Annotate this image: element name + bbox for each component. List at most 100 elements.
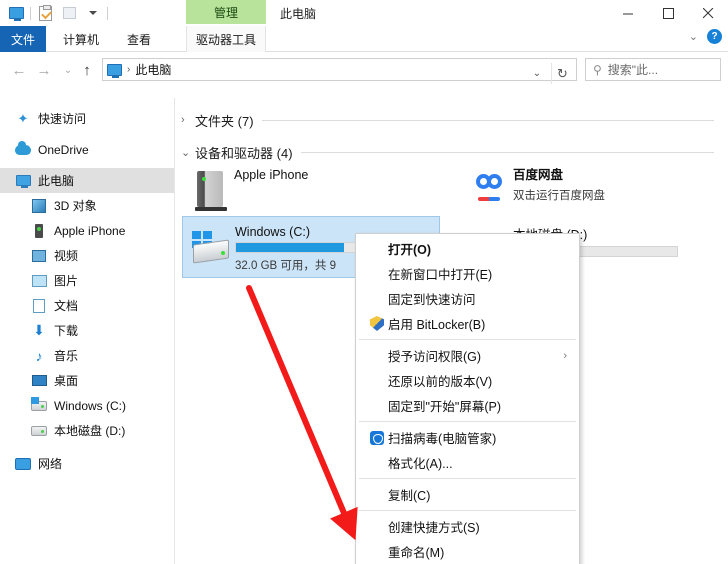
group-count: (7) [237,113,254,129]
search-input[interactable]: ⚲ 搜索"此... [585,58,721,81]
menu-item-label: 格式化(A)... [388,457,453,471]
menu-item-label: 扫描病毒(电脑管家) [388,432,497,446]
tab-view[interactable]: 查看 [118,26,160,52]
star-icon: ✦ [17,110,29,126]
3d-objects-icon [30,197,48,215]
list-item-apple-iphone[interactable]: Apple iPhone [182,160,440,218]
menu-item-open-new-window[interactable]: 在新窗口中打开(E) [356,261,579,286]
forward-button[interactable]: → [33,59,55,81]
group-count: (4) [276,145,293,161]
menu-item-format[interactable]: 格式化(A)... [356,450,579,475]
menu-item-pin-to-start[interactable]: 固定到"开始"屏幕(P) [356,393,579,418]
tab-computer-label: 计算机 [62,32,99,47]
sidebar-item-local-disk-d[interactable]: 本地磁盘 (D:) [0,418,174,443]
sidebar-item-label: 此电脑 [38,174,75,188]
music-icon: ♪ [35,347,43,364]
close-button[interactable] [688,0,728,26]
address-bar-row: ← → ⌄ ↑ › 此电脑 ⌄ ↻ ⚲ 搜索"此... [0,53,728,86]
sidebar-item-this-pc[interactable]: 此电脑 [0,168,174,193]
sidebar-item-pictures[interactable]: 图片 [0,268,174,293]
sidebar-item-desktop[interactable]: 桌面 [0,368,174,393]
network-icon [14,455,32,473]
baidu-netdisk-icon [465,161,513,209]
menu-item-label: 复制(C) [388,489,431,503]
ribbon-right-controls: 展开功能区 ⌄ ? [680,29,722,44]
this-pc-icon[interactable] [6,3,26,23]
contextual-tab-management[interactable]: 管理 [186,0,266,24]
properties-icon[interactable] [35,3,55,23]
toolbar-divider [30,6,31,20]
chevron-down-icon[interactable]: ⌄ [526,63,548,84]
maximize-button[interactable] [648,0,688,26]
capacity-bar-fill [236,243,344,252]
menu-item-grant-access[interactable]: 授予访问权限(G) › [356,343,579,368]
sidebar-item-label: Windows (C:) [54,398,127,413]
windows-drive-icon [30,396,48,415]
this-pc-icon [107,63,122,78]
tab-drive-tools[interactable]: 驱动器工具 [186,26,266,52]
menu-item-pin-to-quick-access[interactable]: 固定到快速访问 [356,286,579,311]
cloud-icon [14,140,32,159]
context-menu[interactable]: 打开(O) 在新窗口中打开(E) 固定到快速访问 启用 BitLocker(B)… [355,233,580,564]
group-title-text: 设备和驱动器 [195,145,274,161]
group-title: 文件夹 (7) [195,111,254,130]
menu-item-label: 创建快捷方式(S) [388,521,480,535]
up-button[interactable]: ↑ [76,59,98,81]
ribbon-collapse-chevron-icon[interactable]: ⌄ [689,30,698,43]
management-label: 管理 [213,5,238,20]
downloads-icon: ⬇ [33,322,45,338]
file-explorer-window: 管理 此电脑 文件 计算机 查看 驱动器工具 展开功能区 ⌄ ? ← → [0,0,728,564]
menu-item-scan-virus[interactable]: 扫描病毒(电脑管家) [356,425,579,450]
documents-icon [30,297,48,315]
refresh-icon[interactable]: ↻ [551,63,573,84]
help-icon[interactable]: ? [707,29,722,44]
minimize-button[interactable] [608,0,648,26]
ribbon-tab-strip: 文件 计算机 查看 驱动器工具 展开功能区 ⌄ ? [0,26,728,52]
sidebar-item-windows-c[interactable]: Windows (C:) [0,393,174,418]
sidebar-item-label: 视频 [54,249,79,263]
menu-separator [359,478,576,479]
customize-chevron-icon[interactable] [83,3,103,23]
address-input[interactable]: › 此电脑 ⌄ ↻ [102,58,577,84]
menu-item-restore-previous-versions[interactable]: 还原以前的版本(V) [356,368,579,393]
menu-item-enable-bitlocker[interactable]: 启用 BitLocker(B) [356,311,579,336]
back-button[interactable]: ← [8,59,30,81]
chevron-right-icon[interactable]: › [181,114,195,126]
window-controls [608,0,728,26]
sidebar-item-apple-iphone[interactable]: Apple iPhone [0,218,174,243]
windows-drive-icon [187,222,235,270]
sidebar-item-downloads[interactable]: ⬇ 下载 [0,318,174,343]
chevron-down-icon[interactable]: ⌄ [181,146,195,159]
tab-file[interactable]: 文件 [0,26,46,52]
item-subtitle: 双击运行百度网盘 [513,190,605,202]
sidebar-item-music[interactable]: ♪ 音乐 [0,343,174,368]
group-divider [300,151,714,153]
menu-item-create-shortcut[interactable]: 创建快捷方式(S) [356,514,579,539]
tab-computer[interactable]: 计算机 [52,26,110,52]
quick-access-toolbar [6,3,108,23]
group-title: 设备和驱动器 (4) [195,143,293,162]
menu-item-copy[interactable]: 复制(C) [356,482,579,507]
list-item-baidu-netdisk[interactable]: 百度网盘 双击运行百度网盘 [461,156,719,214]
sidebar-item-3d-objects[interactable]: 3D 对象 [0,193,174,218]
sidebar-item-documents[interactable]: 文档 [0,293,174,318]
search-placeholder: 搜索"此... [607,63,659,77]
menu-item-rename[interactable]: 重命名(M) [356,539,579,564]
navigation-pane[interactable]: ✦ 快速访问 OneDrive 此电脑 3D 对象 Apple iPhone 视… [0,98,175,564]
sidebar-item-onedrive[interactable]: OneDrive [0,137,174,162]
group-header-folders[interactable]: › 文件夹 (7) [176,108,728,132]
sidebar-item-videos[interactable]: 视频 [0,243,174,268]
sidebar-item-label: 3D 对象 [54,199,97,213]
sidebar-item-label: 网络 [38,457,63,471]
menu-item-label: 打开(O) [388,243,432,257]
sidebar-item-quick-access[interactable]: ✦ 快速访问 [0,106,174,131]
breadcrumb[interactable]: 此电脑 [135,61,171,78]
desktop-icon [30,372,48,390]
drive-icon [30,422,48,440]
menu-item-open[interactable]: 打开(O) [356,236,579,261]
sidebar-item-label: 音乐 [54,349,79,363]
item-name: 百度网盘 [513,168,564,182]
sidebar-item-network[interactable]: 网络 [0,451,174,476]
menu-item-label: 启用 BitLocker(B) [388,318,486,332]
new-folder-icon[interactable] [59,3,79,23]
